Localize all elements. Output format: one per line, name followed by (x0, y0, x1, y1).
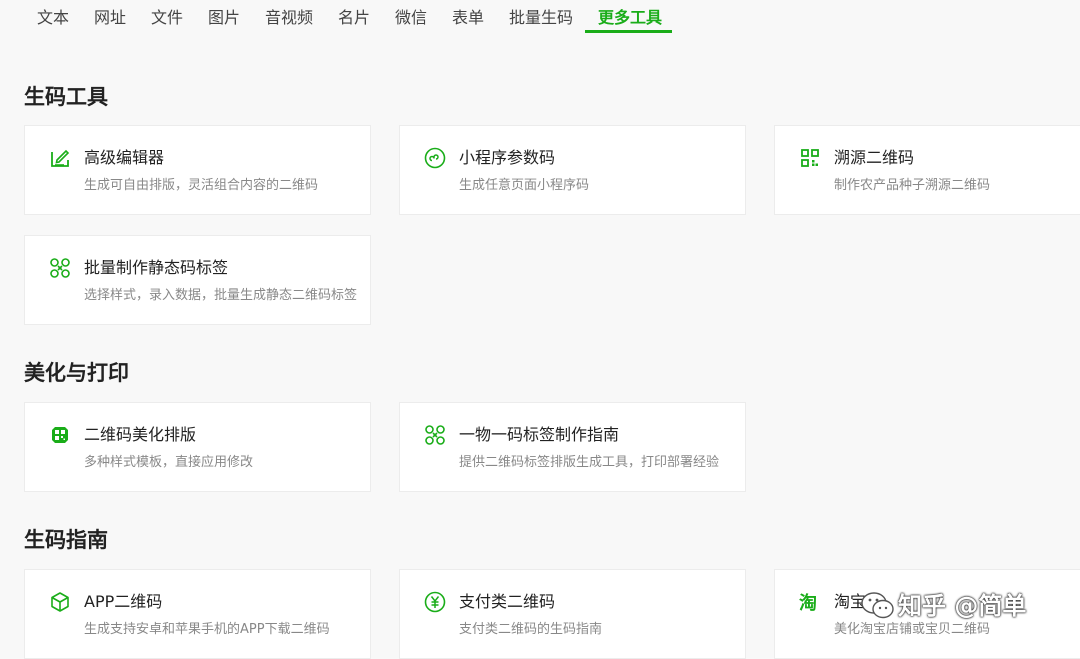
tab-batch-generate[interactable]: 批量生码 (509, 8, 573, 32)
card-desc: 生成任意页面小程序码 (459, 178, 590, 193)
card-title: 二维码美化排版 (84, 425, 197, 444)
tab-business-card[interactable]: 名片 (338, 8, 370, 32)
tab-wechat[interactable]: 微信 (395, 8, 427, 32)
card-title: 高级编辑器 (84, 148, 165, 167)
app-box-icon (49, 591, 71, 613)
zhihu-watermark: 知乎 @简单 (860, 586, 1060, 626)
card-desc: 多种样式模板，直接应用修改 (84, 455, 254, 470)
section-title-generate-guide: 生码指南 (24, 528, 108, 552)
tab-text[interactable]: 文本 (37, 8, 69, 32)
tab-form[interactable]: 表单 (452, 8, 484, 32)
card-desc: 制作农产品种子溯源二维码 (834, 178, 991, 193)
active-tab-indicator (585, 30, 672, 33)
card-traceability-qr[interactable]: 溯源二维码 制作农产品种子溯源二维码 (774, 125, 1080, 215)
tab-image[interactable]: 图片 (208, 8, 240, 32)
card-title: 溯源二维码 (834, 148, 915, 167)
mini-program-icon (424, 147, 446, 169)
card-batch-static-labels[interactable]: 批量制作静态码标签 选择样式，录入数据，批量生成静态二维码标签 (24, 235, 371, 325)
card-title: 支付类二维码 (459, 592, 556, 611)
card-app-qr[interactable]: APP二维码 生成支持安卓和苹果手机的APP下载二维码 (24, 569, 371, 659)
tab-audio-video[interactable]: 音视频 (265, 8, 313, 32)
svg-text:淘: 淘 (799, 592, 817, 613)
tab-file[interactable]: 文件 (151, 8, 183, 32)
card-title: 一物一码标签制作指南 (459, 425, 620, 444)
card-title: 批量制作静态码标签 (84, 258, 229, 277)
taobao-icon: 淘 (799, 591, 821, 613)
card-title: APP二维码 (84, 592, 163, 611)
qr-grid-icon (799, 147, 821, 169)
section-title-beautify-print: 美化与打印 (24, 361, 129, 385)
card-desc: 支付类二维码的生码指南 (459, 622, 603, 637)
card-mini-program-code[interactable]: 小程序参数码 生成任意页面小程序码 (399, 125, 746, 215)
card-desc: 生成支持安卓和苹果手机的APP下载二维码 (84, 622, 330, 637)
section-title-generate-tools: 生码工具 (24, 85, 108, 109)
tab-more-tools[interactable]: 更多工具 (598, 8, 662, 32)
card-title: 小程序参数码 (459, 148, 556, 167)
wechat-logo-icon (861, 592, 894, 619)
card-one-item-one-code-guide[interactable]: 一物一码标签制作指南 提供二维码标签排版生成工具，打印部署经验 (399, 402, 746, 492)
edit-icon (49, 147, 71, 169)
card-desc: 提供二维码标签排版生成工具，打印部署经验 (459, 455, 720, 470)
tab-url[interactable]: 网址 (94, 8, 126, 32)
card-desc: 生成可自由排版，灵活组合内容的二维码 (84, 178, 319, 193)
card-payment-qr[interactable]: 支付类二维码 支付类二维码的生码指南 (399, 569, 746, 659)
card-desc: 选择样式，录入数据，批量生成静态二维码标签 (84, 288, 358, 303)
batch-label-icon (49, 257, 71, 279)
top-tab-bar: 文本 网址 文件 图片 音视频 名片 微信 表单 批量生码 更多工具 (0, 0, 1080, 40)
yuan-payment-icon (424, 591, 446, 613)
batch-label-icon (424, 424, 446, 446)
card-qr-beautify[interactable]: 二维码美化排版 多种样式模板，直接应用修改 (24, 402, 371, 492)
watermark-text: 知乎 @简单 (898, 592, 1027, 620)
beautify-qr-icon (49, 424, 71, 446)
card-advanced-editor[interactable]: 高级编辑器 生成可自由排版，灵活组合内容的二维码 (24, 125, 371, 215)
